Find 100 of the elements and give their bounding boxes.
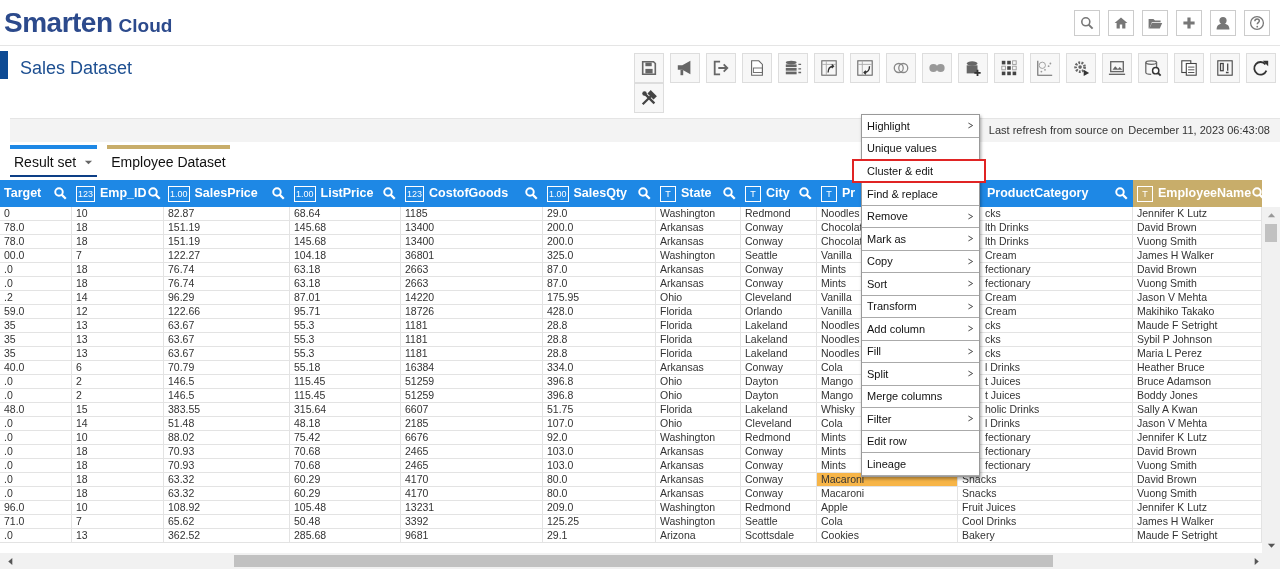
table-cell: 122.27: [164, 249, 290, 262]
toolbar-button[interactable]: [742, 53, 772, 83]
toolbar-button[interactable]: [1210, 53, 1240, 83]
table-cell: Conway: [741, 361, 817, 374]
logo-brand: Smarten: [4, 5, 113, 40]
menu-item[interactable]: Fill: [862, 340, 979, 363]
open-button[interactable]: [1142, 9, 1168, 36]
toolbar-button[interactable]: [958, 53, 988, 83]
search-button[interactable]: [1074, 9, 1100, 36]
table-cell: 9681: [401, 529, 543, 542]
toolbar-button[interactable]: [634, 83, 664, 113]
table-cell: Lakeland: [741, 347, 817, 360]
refresh-label: Last refresh from source on: [988, 123, 1124, 139]
toolbar-button[interactable]: [670, 53, 700, 83]
toolbar-button[interactable]: [1246, 53, 1276, 83]
search-icon: [722, 186, 737, 201]
data-type-label: T: [660, 185, 676, 202]
table-cell: 51.48: [164, 417, 290, 430]
table-cell: 59.0: [0, 305, 72, 318]
copy-icon: [1180, 59, 1198, 77]
table-cell: Arkansas: [656, 235, 741, 248]
table-cell: 2465: [401, 445, 543, 458]
menu-item[interactable]: Find & replace: [862, 183, 979, 206]
table-cell: 285.68: [290, 529, 401, 542]
toolbar-button[interactable]: [634, 53, 664, 83]
table-cell: 51.75: [543, 403, 656, 416]
table-cell: Cola: [817, 515, 958, 528]
vertical-scrollbar[interactable]: [1262, 207, 1280, 553]
table-cell: 146.5: [164, 389, 290, 402]
rotate-icon: [1252, 59, 1270, 77]
toolbar-button[interactable]: [1102, 53, 1132, 83]
search-icon: [1114, 186, 1129, 201]
menu-item[interactable]: Edit row: [862, 430, 979, 453]
profile-button[interactable]: [1210, 9, 1236, 36]
menu-item[interactable]: Merge columns: [862, 385, 979, 408]
table-cell: Cleveland: [741, 291, 817, 304]
toolbar-button[interactable]: [994, 53, 1024, 83]
menu-item[interactable]: Add column: [862, 318, 979, 341]
menu-item[interactable]: Sort: [862, 273, 979, 296]
menu-item[interactable]: Filter: [862, 408, 979, 431]
table-cell: Bakery: [958, 529, 1133, 542]
table-cell: Conway: [741, 445, 817, 458]
table-cell: 107.0: [543, 417, 656, 430]
toolbar-button[interactable]: [1174, 53, 1204, 83]
scroll-left-icon: [6, 556, 15, 566]
gear-icon: [1072, 59, 1090, 77]
page-title: Sales Dataset: [20, 57, 133, 80]
column-header[interactable]: T City: [741, 180, 817, 207]
table-cell: 1185: [401, 207, 543, 220]
table-cell: 209.0: [543, 501, 656, 514]
menu-item[interactable]: Highlight: [862, 115, 979, 138]
toolbar-button[interactable]: [778, 53, 808, 83]
column-header[interactable]: 1.00 ListPrice: [290, 180, 401, 207]
column-header[interactable]: 1.00 SalesPrice: [164, 180, 290, 207]
table-cell: 0: [0, 207, 72, 220]
help-button[interactable]: [1244, 9, 1270, 36]
toolbar-button[interactable]: [1066, 53, 1096, 83]
menu-item[interactable]: Mark as: [862, 228, 979, 251]
table-cell: Arizona: [656, 529, 741, 542]
column-header[interactable]: 123 Emp_ID: [72, 180, 164, 207]
column-header[interactable]: 1.00 SalesQty: [543, 180, 656, 207]
table-cell: .0: [0, 417, 72, 430]
table-cell: 55.3: [290, 347, 401, 360]
scrollbar-thumb[interactable]: [1265, 224, 1277, 242]
menu-item[interactable]: Remove: [862, 205, 979, 228]
table-cell: 2: [72, 389, 164, 402]
table-cell: .0: [0, 487, 72, 500]
menu-item[interactable]: Copy: [862, 250, 979, 273]
table-cell: Ohio: [656, 417, 741, 430]
help-icon: [1249, 14, 1265, 31]
table-cell: .0: [0, 445, 72, 458]
menu-item[interactable]: Lineage: [862, 453, 979, 476]
column-header[interactable]: 123 CostofGoods: [401, 180, 543, 207]
toolbar-button[interactable]: [1138, 53, 1168, 83]
search-icon: [1079, 14, 1095, 31]
title-accent-bar: [0, 51, 8, 79]
menu-item[interactable]: Split: [862, 363, 979, 386]
column-header[interactable]: Target: [0, 180, 72, 207]
dataset-tab[interactable]: Employee Dataset: [107, 145, 230, 177]
scrollbar-thumb[interactable]: [234, 555, 1053, 567]
table-cell: 75.42: [290, 431, 401, 444]
table-cell: Redmond: [741, 431, 817, 444]
menu-item[interactable]: Transform: [862, 295, 979, 318]
menu-item[interactable]: Cluster & edit: [852, 159, 986, 183]
table-cell: 103.0: [543, 459, 656, 472]
table-cell: 36801: [401, 249, 543, 262]
horizontal-scrollbar[interactable]: [0, 553, 1280, 569]
column-header[interactable]: T State: [656, 180, 741, 207]
table-cell: Ohio: [656, 389, 741, 402]
table-cell: Fruit Juices: [958, 501, 1133, 514]
table-cell: 2: [72, 375, 164, 388]
add-button[interactable]: [1176, 9, 1202, 36]
table-cell: 55.18: [290, 361, 401, 374]
table-cell: 80.0: [543, 473, 656, 486]
grid-icon: [1000, 59, 1018, 77]
home-button[interactable]: [1108, 9, 1134, 36]
dataset-tab[interactable]: Result set: [10, 145, 98, 177]
table-cell: 151.19: [164, 235, 290, 248]
table-cell: 70.93: [164, 459, 290, 472]
toolbar-button[interactable]: [706, 53, 736, 83]
